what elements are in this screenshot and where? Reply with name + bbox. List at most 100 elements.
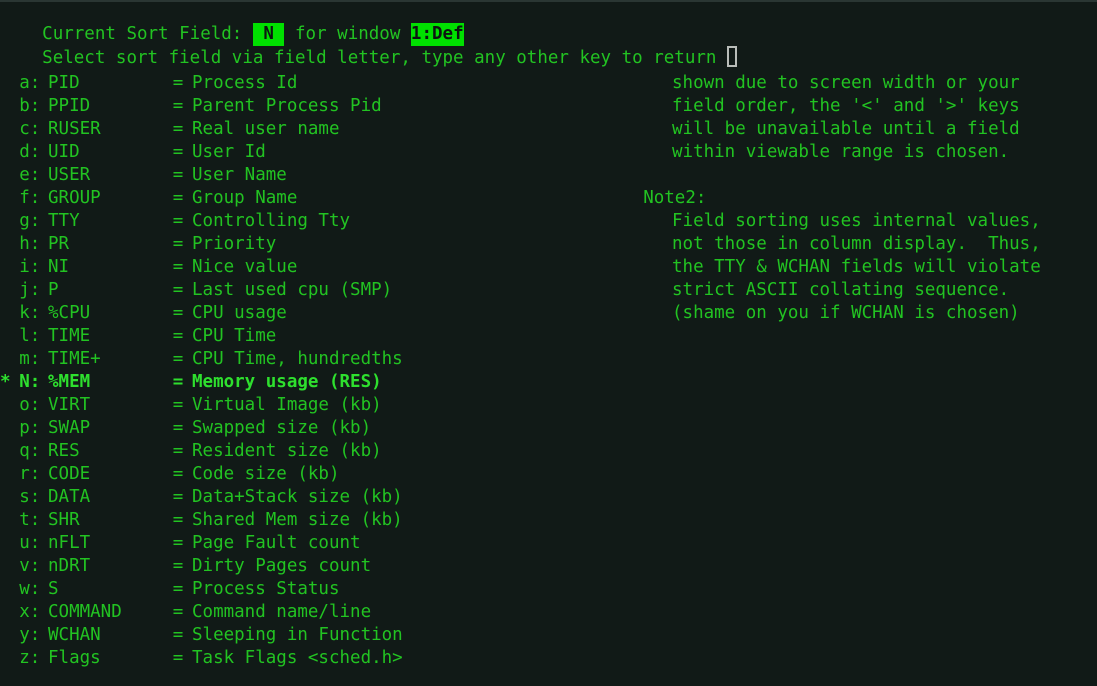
sort-field-row[interactable]: p: SWAP = Swapped size (kb) bbox=[0, 417, 1097, 440]
field-name: Flags bbox=[48, 648, 101, 668]
field-description: Shared Mem size (kb) bbox=[192, 510, 403, 530]
field-description: CPU Time bbox=[192, 326, 277, 346]
field-description: Resident size (kb) bbox=[192, 441, 382, 461]
note2-text: not those in column display. Thus, bbox=[672, 234, 1041, 254]
field-description: Sleeping in Function bbox=[192, 625, 403, 645]
field-name: nFLT bbox=[48, 533, 91, 553]
field-description: Code size (kb) bbox=[192, 464, 340, 484]
field-name: S bbox=[48, 579, 59, 599]
note2-text: the TTY & WCHAN fields will violate bbox=[672, 257, 1041, 277]
note1-text: field order, the '<' and '>' keys bbox=[672, 96, 1020, 116]
field-description: CPU Time, hundredths bbox=[192, 349, 403, 369]
sort-field-row[interactable]: * N: %MEM = Memory usage (RES) bbox=[0, 371, 1097, 394]
field-name: SHR bbox=[48, 510, 80, 530]
field-letter: s: bbox=[19, 487, 41, 507]
field-equals-sign: = bbox=[172, 556, 184, 576]
field-letter: z: bbox=[19, 648, 41, 668]
note1-text: will be unavailable until a field bbox=[672, 119, 1020, 139]
sort-field-row[interactable]: e: USER = User Name bbox=[0, 164, 1097, 187]
note2-line: (shame on you if WCHAN is chosen) bbox=[0, 302, 1097, 325]
sort-field-row[interactable]: o: VIRT = Virtual Image (kb) bbox=[0, 394, 1097, 417]
field-equals-sign: = bbox=[172, 648, 184, 668]
note2-heading: Note2: bbox=[0, 187, 1097, 210]
note2-text: strict ASCII collating sequence. bbox=[672, 280, 1010, 300]
field-letter: r: bbox=[19, 464, 41, 484]
field-description: Memory usage (RES) bbox=[192, 372, 382, 392]
note2-text: Field sorting uses internal values, bbox=[672, 211, 1041, 231]
field-name: nDRT bbox=[48, 556, 91, 576]
field-name: COMMAND bbox=[48, 602, 122, 622]
sort-field-row[interactable]: u: nFLT = Page Fault count bbox=[0, 532, 1097, 555]
field-name: DATA bbox=[48, 487, 91, 507]
field-equals-sign: = bbox=[172, 395, 184, 415]
sort-field-row[interactable]: s: DATA = Data+Stack size (kb) bbox=[0, 486, 1097, 509]
field-equals-sign: = bbox=[172, 602, 184, 622]
sort-field-row[interactable]: x: COMMAND = Command name/line bbox=[0, 601, 1097, 624]
sort-field-row[interactable]: y: WCHAN = Sleeping in Function bbox=[0, 624, 1097, 647]
field-name: CODE bbox=[48, 464, 91, 484]
field-description: Data+Stack size (kb) bbox=[192, 487, 403, 507]
note2-heading-text: Note2: bbox=[643, 188, 707, 208]
field-letter: e: bbox=[19, 165, 41, 185]
field-name: TIME+ bbox=[48, 349, 101, 369]
field-description: User Name bbox=[192, 165, 287, 185]
selected-field-marker: * bbox=[0, 372, 11, 392]
field-equals-sign: = bbox=[172, 326, 184, 346]
field-letter: x: bbox=[19, 602, 41, 622]
field-description: Command name/line bbox=[192, 602, 372, 622]
field-name: TIME bbox=[48, 326, 91, 346]
note2-line: strict ASCII collating sequence. bbox=[0, 279, 1097, 302]
field-description: Process Status bbox=[192, 579, 340, 599]
terminal-screen[interactable]: Current Sort Field: N for window 1:Def S… bbox=[0, 0, 1097, 686]
field-equals-sign: = bbox=[172, 464, 184, 484]
note1-line: will be unavailable until a field bbox=[0, 118, 1097, 141]
note2-text: (shame on you if WCHAN is chosen) bbox=[672, 303, 1020, 323]
field-equals-sign: = bbox=[172, 625, 184, 645]
field-letter: m: bbox=[19, 349, 41, 369]
note1-line: shown due to screen width or your bbox=[0, 72, 1097, 95]
field-letter: N: bbox=[19, 372, 41, 392]
field-name: %MEM bbox=[48, 372, 91, 392]
field-equals-sign: = bbox=[172, 441, 184, 461]
field-equals-sign: = bbox=[172, 533, 184, 553]
field-letter: p: bbox=[19, 418, 41, 438]
field-equals-sign: = bbox=[172, 418, 184, 438]
note1-text: within viewable range is chosen. bbox=[672, 142, 1010, 162]
sort-field-row[interactable]: z: Flags = Task Flags <sched.h> bbox=[0, 647, 1097, 670]
text-cursor bbox=[727, 46, 737, 67]
field-letter: y: bbox=[19, 625, 41, 645]
field-equals-sign: = bbox=[172, 510, 184, 530]
field-name: SWAP bbox=[48, 418, 91, 438]
field-letter: w: bbox=[19, 579, 41, 599]
sort-field-row[interactable]: q: RES = Resident size (kb) bbox=[0, 440, 1097, 463]
field-letter: v: bbox=[19, 556, 41, 576]
field-description: Page Fault count bbox=[192, 533, 361, 553]
field-equals-sign: = bbox=[172, 579, 184, 599]
sort-field-row[interactable]: m: TIME+ = CPU Time, hundredths bbox=[0, 348, 1097, 371]
note2-line: the TTY & WCHAN fields will violate bbox=[0, 256, 1097, 279]
sort-field-row[interactable]: v: nDRT = Dirty Pages count bbox=[0, 555, 1097, 578]
note1-text: shown due to screen width or your bbox=[672, 73, 1020, 93]
field-letter: o: bbox=[19, 395, 41, 415]
sort-field-row[interactable]: t: SHR = Shared Mem size (kb) bbox=[0, 509, 1097, 532]
field-letter: q: bbox=[19, 441, 41, 461]
field-description: Dirty Pages count bbox=[192, 556, 372, 576]
field-letter: t: bbox=[19, 510, 41, 530]
field-letter: u: bbox=[19, 533, 41, 553]
field-description: Virtual Image (kb) bbox=[192, 395, 382, 415]
field-equals-sign: = bbox=[172, 165, 184, 185]
field-name: VIRT bbox=[48, 395, 91, 415]
field-description: Swapped size (kb) bbox=[192, 418, 372, 438]
note1-line: within viewable range is chosen. bbox=[0, 141, 1097, 164]
field-equals-sign: = bbox=[172, 487, 184, 507]
field-equals-sign: = bbox=[172, 372, 184, 392]
sort-field-row[interactable]: r: CODE = Code size (kb) bbox=[0, 463, 1097, 486]
instruction-text: Select sort field via field letter, type… bbox=[42, 48, 727, 68]
sort-field-row[interactable]: l: TIME = CPU Time bbox=[0, 325, 1097, 348]
field-name: RES bbox=[48, 441, 80, 461]
note2-line: Field sorting uses internal values, bbox=[0, 210, 1097, 233]
sort-field-row[interactable]: w: S = Process Status bbox=[0, 578, 1097, 601]
current-sort-field-line: Current Sort Field: N for window 1:Def bbox=[0, 0, 1097, 46]
field-equals-sign: = bbox=[172, 349, 184, 369]
instruction-line: Select sort field via field letter, type… bbox=[0, 23, 1097, 68]
